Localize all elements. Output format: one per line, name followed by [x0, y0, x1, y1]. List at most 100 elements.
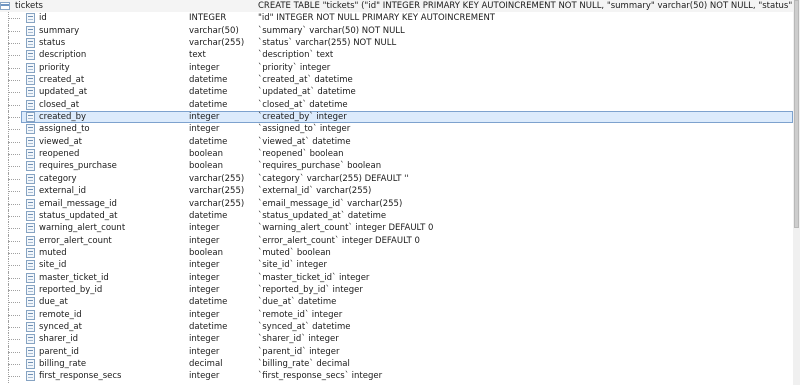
field-schema: `viewed_at` datetime [258, 136, 351, 147]
field-row-first-response-secs[interactable]: first_response_secs integer `first_respons… [0, 370, 793, 383]
field-type: integer [189, 62, 220, 73]
scroll-thumb[interactable] [794, 0, 799, 228]
field-row-created-by[interactable]: created_by integer `created_by` integer [0, 111, 793, 124]
field-schema: `updated_at` datetime [258, 87, 356, 98]
field-row-reported-by-id[interactable]: reported_by_id integer `reported_by_id` in… [0, 283, 793, 297]
field-row-status[interactable]: status varchar(255) `status` varchar(255) … [0, 37, 793, 50]
field-name: created_by [39, 112, 87, 123]
field-type: datetime [189, 99, 228, 110]
field-row-status-updated-at[interactable]: status_updated_at datetime `status_updated… [0, 209, 793, 223]
field-row-muted[interactable]: muted boolean `muted` boolean [0, 246, 793, 260]
field-name: master_ticket_id [39, 272, 109, 283]
field-name: status_updated_at [39, 210, 118, 221]
field-icon [26, 309, 35, 320]
field-icon [26, 272, 35, 283]
field-schema: `summary` varchar(50) NOT NULL [258, 25, 405, 36]
field-row-email-message-id[interactable]: email_message_id varchar(255) `email_messa… [0, 197, 793, 210]
field-type: boolean [189, 247, 223, 258]
field-row-reopened[interactable]: reopened boolean `reopened` boolean [0, 148, 793, 161]
field-icon [26, 75, 35, 86]
field-icon [26, 186, 35, 197]
field-name: warning_alert_count [39, 223, 126, 234]
field-icon [26, 25, 35, 36]
field-row-error-alert-count[interactable]: error_alert_count integer `error_alert_cou… [0, 234, 793, 247]
tree-guide-branch [8, 104, 20, 106]
field-icon [26, 87, 35, 98]
tree-guide-branch [8, 240, 20, 242]
field-type: integer [189, 223, 220, 234]
field-type: datetime [189, 87, 228, 98]
field-icon [26, 223, 35, 234]
field-icon [26, 198, 35, 209]
field-name: reported_by_id [39, 284, 103, 295]
tree-guide-branch [8, 203, 20, 205]
field-row-category[interactable]: category varchar(255) `category` varchar(2… [0, 172, 793, 186]
field-icon [26, 210, 35, 221]
field-row-due-at[interactable]: due_at datetime `due_at` datetime [0, 296, 793, 309]
field-list: id INTEGER "id" INTEGER NOT NULL PRIMARY K… [0, 12, 793, 383]
field-schema: `master_ticket_id` integer [258, 272, 370, 283]
field-name: priority [39, 62, 70, 73]
field-row-closed-at[interactable]: closed_at datetime `closed_at` datetime [0, 98, 793, 112]
field-row-master-ticket-id[interactable]: master_ticket_id integer `master_ticket_id… [0, 271, 793, 284]
field-row-updated-at[interactable]: updated_at datetime `updated_at` datetime [0, 86, 793, 99]
field-type: integer [189, 346, 220, 357]
table-node-tickets[interactable]: tickets CREATE TABLE "tickets" ("id" INT… [0, 0, 793, 13]
field-row-external-id[interactable]: external_id varchar(255) `external_id` var… [0, 185, 793, 198]
field-icon [26, 297, 35, 308]
field-schema: `status_updated_at` datetime [258, 210, 387, 221]
field-schema: `first_response_secs` integer [258, 371, 383, 382]
field-schema: `created_at` datetime [258, 75, 353, 86]
field-icon [26, 173, 35, 184]
field-type: integer [189, 284, 220, 295]
field-row-viewed-at[interactable]: viewed_at datetime `viewed_at` datetime [0, 135, 793, 149]
field-row-created-at[interactable]: created_at datetime `created_at` datetime [0, 74, 793, 87]
field-schema: `billing_rate` decimal [258, 358, 350, 369]
tree-guide-branch [8, 363, 20, 365]
field-type: integer [189, 112, 220, 123]
field-row-priority[interactable]: priority integer `priority` integer [0, 61, 793, 75]
field-icon [26, 50, 35, 61]
tree-guide-branch [8, 129, 20, 131]
field-icon [26, 235, 35, 246]
field-row-description[interactable]: description text `description` text [0, 49, 793, 62]
field-row-synced-at[interactable]: synced_at datetime `synced_at` datetime [0, 320, 793, 334]
field-row-parent-id[interactable]: parent_id integer `parent_id` integer [0, 345, 793, 358]
field-row-billing-rate[interactable]: billing_rate decimal `billing_rate` decima… [0, 357, 793, 371]
field-type: datetime [189, 75, 228, 86]
field-row-sharer-id[interactable]: sharer_id integer `sharer_id` integer [0, 333, 793, 346]
tree-guide-branch [8, 141, 20, 143]
field-row-warning-alert-count[interactable]: warning_alert_count integer `warning_alert… [0, 222, 793, 235]
field-schema: `external_id` varchar(255) [258, 186, 372, 197]
field-icon [26, 284, 35, 295]
field-icon [26, 112, 35, 123]
field-row-assigned-to[interactable]: assigned_to integer `assigned_to` integer [0, 123, 793, 136]
field-row-id[interactable]: id INTEGER "id" INTEGER NOT NULL PRIMARY K… [0, 12, 793, 25]
field-type: INTEGER [189, 13, 227, 24]
field-row-requires-purchase[interactable]: requires_purchase boolean `requires_purcha… [0, 160, 793, 173]
field-name: external_id [39, 186, 86, 197]
field-type: varchar(255) [189, 186, 245, 197]
field-icon [26, 358, 35, 369]
field-name: billing_rate [39, 358, 87, 369]
field-name: description [39, 50, 87, 61]
field-row-site-id[interactable]: site_id integer `site_id` integer [0, 259, 793, 272]
vertical-scrollbar[interactable] [793, 0, 800, 385]
field-name: error_alert_count [39, 235, 112, 246]
tree-guide-branch [8, 339, 20, 341]
field-row-remote-id[interactable]: remote_id integer `remote_id` integer [0, 308, 793, 321]
tree-guide-branch [8, 326, 20, 328]
field-row-summary[interactable]: summary varchar(50) `summary` varchar(50) … [0, 24, 793, 38]
field-type: varchar(50) [189, 25, 239, 36]
tree-guide-branch [8, 302, 20, 304]
field-schema: `site_id` integer [258, 260, 327, 271]
field-type: integer [189, 334, 220, 345]
tree-guide-branch [8, 228, 20, 230]
tree-guide-branch [8, 80, 20, 82]
field-icon [26, 161, 35, 172]
field-schema: `category` varchar(255) DEFAULT '' [258, 173, 409, 184]
field-name: reopened [39, 149, 80, 160]
tree-guide-branch [8, 178, 20, 180]
field-name: muted [39, 247, 67, 258]
field-name: category [39, 173, 77, 184]
